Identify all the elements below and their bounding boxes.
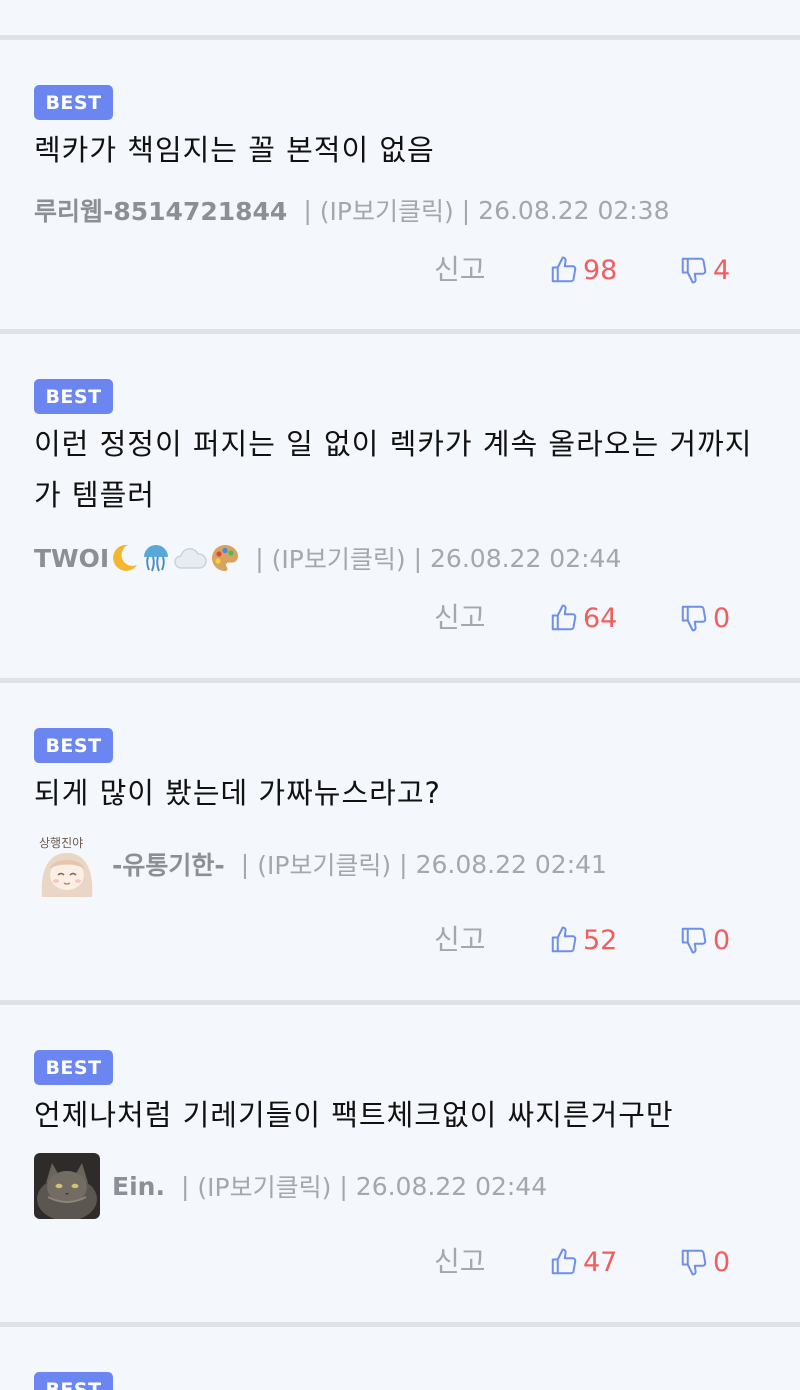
comment-text: 렉카가 책임지는 꼴 본적이 없음 [34,133,435,167]
best-badge: BEST [34,728,113,763]
best-badge: BEST [34,85,113,120]
thumbs-down-icon [681,1249,707,1276]
anime-character-avatar: 상행진야 [34,831,100,897]
meta-separator: | [399,849,408,879]
meta-separator: | [255,543,264,573]
thumbs-up-icon [551,604,577,631]
comment-actions: 신고 52 0 [0,920,800,960]
comment-text: 이런 정정이 퍼지는 일 없이 렉카가 계속 올라오는 거까지가 템플러 [34,427,753,512]
downvote-count: 0 [713,924,731,956]
downvote-button[interactable]: 4 [679,250,730,290]
author-emojis [111,542,241,574]
upvote-button[interactable]: 64 [549,598,617,638]
comment-meta: 상행진야 -유통기한- | (IP보기클릭) | 26.08.22 02:41 [34,831,607,897]
upvote-count: 64 [583,602,618,634]
jellyfish-icon [144,545,169,572]
downvote-button[interactable]: 0 [679,598,730,638]
comment-meta: TWOI | (IP보기클릭) | 26.08.22 02:44 [34,538,621,578]
comment-actions: 신고 64 0 [0,598,800,638]
comment-meta: 루리웹-8514721844 | (IP보기클릭) | 26.08.22 02:… [34,190,670,230]
upvote-count: 52 [583,924,618,956]
meta-separator: | [180,1171,190,1201]
upvote-count: 98 [583,254,618,286]
comment-actions: 신고 47 0 [0,1242,800,1282]
thumbs-up-icon [551,256,577,283]
downvote-button[interactable]: 0 [679,1242,730,1282]
comment-card-partial [0,0,800,35]
thumbs-down-icon [681,605,707,632]
ip-view-link[interactable]: (IP보기클릭) [272,540,406,576]
author-name[interactable]: 루리웹-8514721844 [34,192,287,228]
best-badge: BEST [34,1050,113,1085]
palette-icon [212,545,239,571]
upvote-button[interactable]: 47 [549,1242,617,1282]
downvote-count: 4 [713,254,731,286]
ip-view-link[interactable]: (IP보기클릭) [197,1168,331,1204]
ip-view-link[interactable]: (IP보기클릭) [320,192,454,228]
moon-icon [113,544,138,571]
meta-separator: | [339,1171,348,1201]
comment-timestamp: 26.08.22 02:41 [415,849,607,879]
best-badge: BEST [34,379,113,414]
upvote-count: 47 [583,1246,618,1278]
avatar[interactable]: 상행진야 [34,831,100,897]
upvote-button[interactable]: 98 [549,250,617,290]
cloud-icon [174,548,207,569]
comment-meta: Ein. | (IP보기클릭) | 26.08.22 02:44 [34,1153,547,1219]
upvote-button[interactable]: 52 [549,920,617,960]
report-button[interactable]: 신고 [434,598,486,638]
downvote-count: 0 [713,602,731,634]
author-name[interactable]: TWOI [34,544,109,573]
author-name[interactable]: -유통기한- [112,846,225,882]
comment-text: 되게 많이 봤는데 가짜뉴스라고? [34,776,441,810]
meta-separator: | [413,543,423,573]
comment-feed: BEST 렉카가 책임지는 꼴 본적이 없음 루리웹-8514721844 | … [0,0,800,1390]
comment-card-partial: BEST [0,1327,800,1390]
best-badge: BEST [34,1372,113,1390]
svg-text:상행진야: 상행진야 [39,835,83,850]
downvote-button[interactable]: 0 [679,920,730,960]
author-name[interactable]: Ein. [112,1172,165,1201]
report-button[interactable]: 신고 [434,920,486,960]
thumbs-down-icon [681,257,707,284]
comment-card: BEST 되게 많이 봤는데 가짜뉴스라고? 상행진야 -유통기한- | (IP… [0,683,800,1000]
thumbs-up-icon [551,1248,577,1275]
comment-timestamp: 26.08.22 02:44 [355,1171,548,1201]
thumbs-down-icon [681,927,707,954]
meta-separator: | [240,849,250,879]
meta-separator: | [461,195,471,225]
comment-actions: 신고 98 4 [0,250,800,290]
cat-photo-avatar [34,1153,100,1219]
comment-timestamp: 26.08.22 02:44 [430,543,622,573]
meta-separator: | [303,195,312,225]
comment-text: 언제나처럼 기레기들이 팩트체크없이 싸지른거구만 [34,1098,674,1132]
comment-card: BEST 렉카가 책임지는 꼴 본적이 없음 루리웹-8514721844 | … [0,40,800,329]
thumbs-up-icon [551,926,577,953]
comment-card: BEST 언제나처럼 기레기들이 팩트체크없이 싸지른거구만 Ein. | (I… [0,1005,800,1322]
ip-view-link[interactable]: (IP보기클릭) [257,846,391,882]
comment-card: BEST 이런 정정이 퍼지는 일 없이 렉카가 계속 올라오는 거까지가 템플… [0,334,800,678]
report-button[interactable]: 신고 [434,1242,486,1282]
downvote-count: 0 [713,1246,731,1278]
comment-timestamp: 26.08.22 02:38 [478,195,670,225]
report-button[interactable]: 신고 [434,250,486,290]
avatar[interactable] [34,1153,100,1219]
